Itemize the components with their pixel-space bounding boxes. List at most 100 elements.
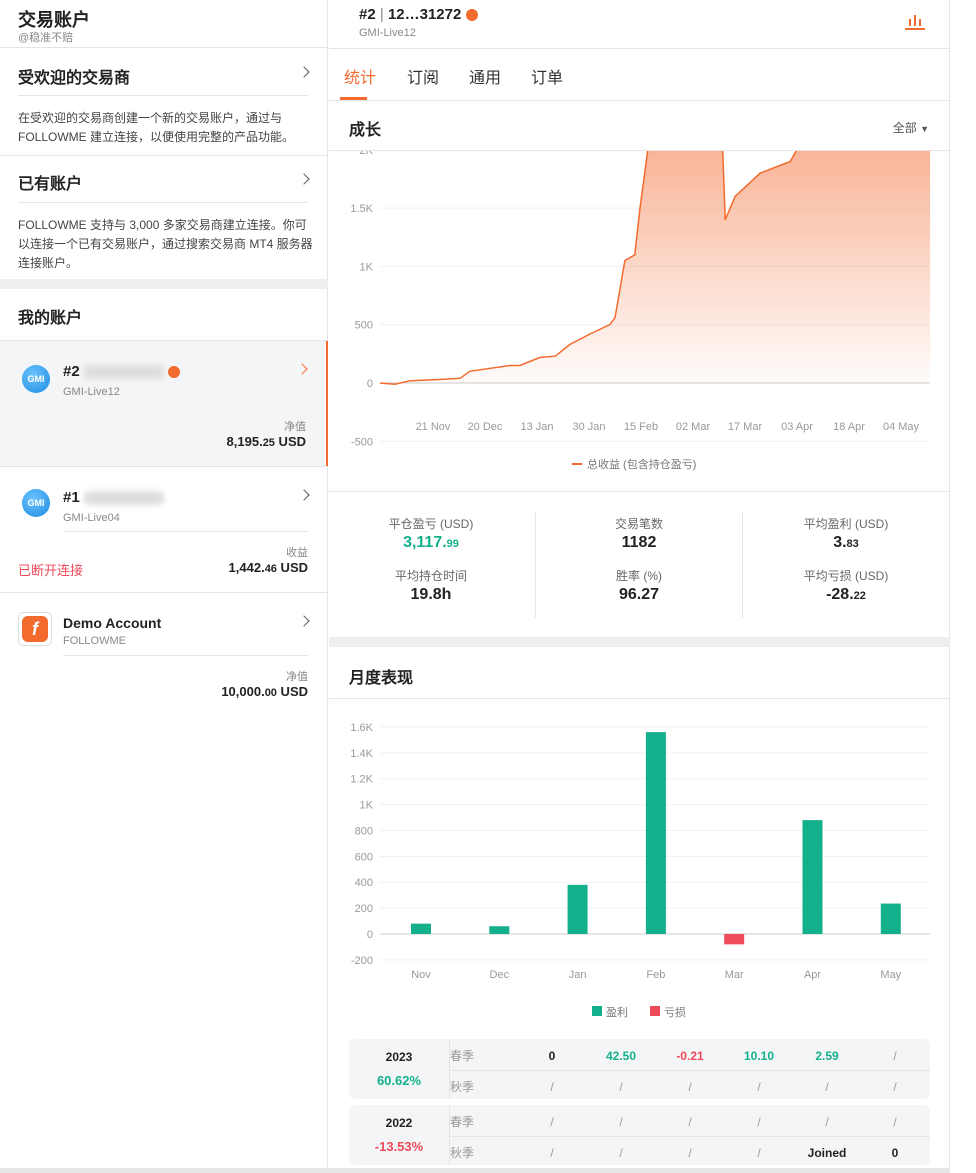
header-account: #2 | 12…31272 — [359, 6, 478, 23]
y-tick-label: 200 — [355, 903, 373, 915]
bar-mar — [724, 934, 745, 945]
stat-value: 3.83 — [833, 534, 859, 551]
stat-label: 平仓盈亏 (USD) — [388, 517, 474, 531]
x-tick-label: 02 Mar — [676, 421, 711, 433]
y-tick-label: 1.2K — [350, 774, 373, 786]
season-cell: 0 — [548, 1049, 556, 1063]
legend-swatch-profit — [592, 1006, 602, 1016]
x-tick-label: Dec — [490, 969, 510, 981]
season-cell: / — [550, 1146, 554, 1160]
existing-account-desc: FOLLOWME 支持与 3,000 多家交易商建立连接。你可以连接一个已有交易… — [18, 218, 313, 270]
horizontal-scrollbar[interactable] — [0, 1168, 950, 1173]
sidebar-subtitle: @稳准不赔 — [18, 32, 74, 44]
fire-icon — [168, 366, 181, 379]
account-value: 8,195.25 USD — [226, 434, 306, 449]
stat-value: 96.27 — [618, 586, 660, 603]
y-tick-label: 600 — [355, 851, 373, 863]
existing-account-title: 已有账户 — [18, 176, 83, 193]
chevron-right-icon — [298, 66, 310, 78]
monthly-chart: 1.6K 1.4K 1.2K 1K 800 600 400 200 0 -200 Nov Dec Jan… — [350, 722, 930, 1019]
season-cell: / — [550, 1080, 554, 1094]
x-tick-label: 03 Apr — [781, 421, 813, 433]
sidebar: 交易账户 @稳准不赔 受欢迎的交易商 在受欢迎的交易商创建一个新的交易账户，通过… — [0, 0, 328, 1173]
x-tick-label: 04 May — [883, 421, 920, 433]
bar-apr — [802, 820, 823, 934]
y-tick-label: 0 — [367, 929, 373, 941]
main-panel: #2 | 12…31272 GMI-Live12 统计 订阅 通用 订单 成长 … — [329, 0, 950, 1173]
account-server: GMI-Live12 — [63, 386, 120, 398]
season-cell: 10.10 — [743, 1049, 775, 1063]
account-number: #1 — [63, 489, 80, 506]
year-return: 60.62% — [376, 1073, 422, 1088]
account-name: Demo Account — [63, 615, 162, 631]
x-tick-label: 15 Feb — [624, 421, 658, 433]
y-tick-label: 1.6K — [350, 722, 373, 734]
account-card-2[interactable]: GMI #2 GMI-Live12 净值 8,195.25 USD — [0, 341, 328, 466]
season-cell: / — [757, 1146, 761, 1160]
y-tick-label: 1.5K — [350, 203, 373, 215]
x-tick-label: May — [880, 969, 901, 981]
stat-label: 平均盈利 (USD) — [803, 517, 889, 531]
bar-dec — [489, 926, 510, 934]
tab-general[interactable]: 通用 — [469, 64, 501, 88]
x-tick-label: Mar — [725, 969, 744, 981]
x-tick-label: Nov — [411, 969, 431, 981]
growth-title: 成长 — [349, 122, 382, 139]
x-tick-label: 13 Jan — [520, 421, 553, 433]
popular-brokers-link[interactable]: 受欢迎的交易商 — [0, 48, 328, 96]
season-year-block: 2023 60.62% 春季 0 42.50 -0.21 10.10 2.59 / 秋季 / / /… — [349, 1039, 930, 1099]
caret-down-icon: ▼ — [920, 124, 929, 134]
legend-label-profit: 盈利 — [606, 1006, 628, 1019]
tab-orders[interactable]: 订单 — [531, 64, 563, 88]
chevron-right-icon — [298, 173, 310, 185]
stat-label: 胜率 (%) — [616, 569, 662, 583]
fire-icon — [465, 9, 478, 22]
tab-stats[interactable]: 统计 — [344, 64, 376, 88]
account-server: GMI-Live04 — [63, 512, 120, 524]
y-tick-label: 400 — [355, 877, 373, 889]
y-tick-label: 800 — [355, 825, 373, 837]
y-tick-label: -500 — [351, 436, 373, 448]
growth-area — [379, 151, 931, 385]
stat-label: 交易笔数 — [614, 517, 663, 531]
account-card-1[interactable]: GMI #1 GMI-Live04 收益 已断开连接 1,442.46 USD — [0, 467, 328, 592]
season-label: 秋季 — [450, 1080, 475, 1094]
season-cell: / — [688, 1080, 692, 1094]
stat-label: 平均亏损 (USD) — [803, 569, 889, 583]
value-label: 净值 — [286, 671, 308, 683]
value-label: 净值 — [284, 421, 306, 433]
gmi-logo: GMI — [22, 489, 50, 517]
season-label: 春季 — [450, 1049, 475, 1063]
year-return: -13.53% — [374, 1139, 424, 1154]
y-tick-label: -200 — [351, 955, 373, 967]
chevron-right-icon — [298, 489, 310, 501]
monthly-title: 月度表现 — [349, 670, 414, 687]
bar-nov — [411, 923, 431, 934]
existing-account-link[interactable]: 已有账户 — [0, 156, 328, 202]
bar-feb — [645, 732, 666, 934]
season-cell: 42.50 — [605, 1049, 637, 1063]
season-cell: -0.21 — [676, 1049, 704, 1063]
range-dropdown[interactable]: 全部 ▼ — [893, 119, 929, 136]
x-tick-label: 21 Nov — [416, 421, 451, 433]
legend-label: 总收益 (包含持仓盈亏) — [587, 457, 696, 471]
x-tick-label: Apr — [804, 969, 821, 981]
season-cell: / — [619, 1115, 623, 1129]
account-number: #2 — [63, 363, 80, 380]
season-cell: / — [688, 1146, 692, 1160]
season-cell: / — [893, 1115, 897, 1129]
season-cell: / — [825, 1115, 829, 1129]
season-cell: 2.59 — [815, 1049, 839, 1063]
y-tick-label: 1K — [360, 800, 374, 812]
season-cell: / — [619, 1146, 623, 1160]
bar-chart-icon[interactable] — [905, 13, 925, 30]
legend-swatch-loss — [650, 1006, 660, 1016]
followme-logo: f — [18, 612, 52, 646]
season-cell: / — [825, 1080, 829, 1094]
popular-brokers-desc: 在受欢迎的交易商创建一个新的交易账户，通过与 FOLLOWME 建立连接，以便使… — [18, 111, 295, 144]
tab-subscribe[interactable]: 订阅 — [407, 64, 439, 88]
account-server: FOLLOWME — [63, 635, 126, 647]
account-card-demo[interactable]: f Demo Account FOLLOWME 净值 10,000.00 USD — [0, 593, 328, 718]
y-tick-label: 2K — [360, 151, 374, 157]
gmi-logo: GMI — [22, 365, 50, 393]
